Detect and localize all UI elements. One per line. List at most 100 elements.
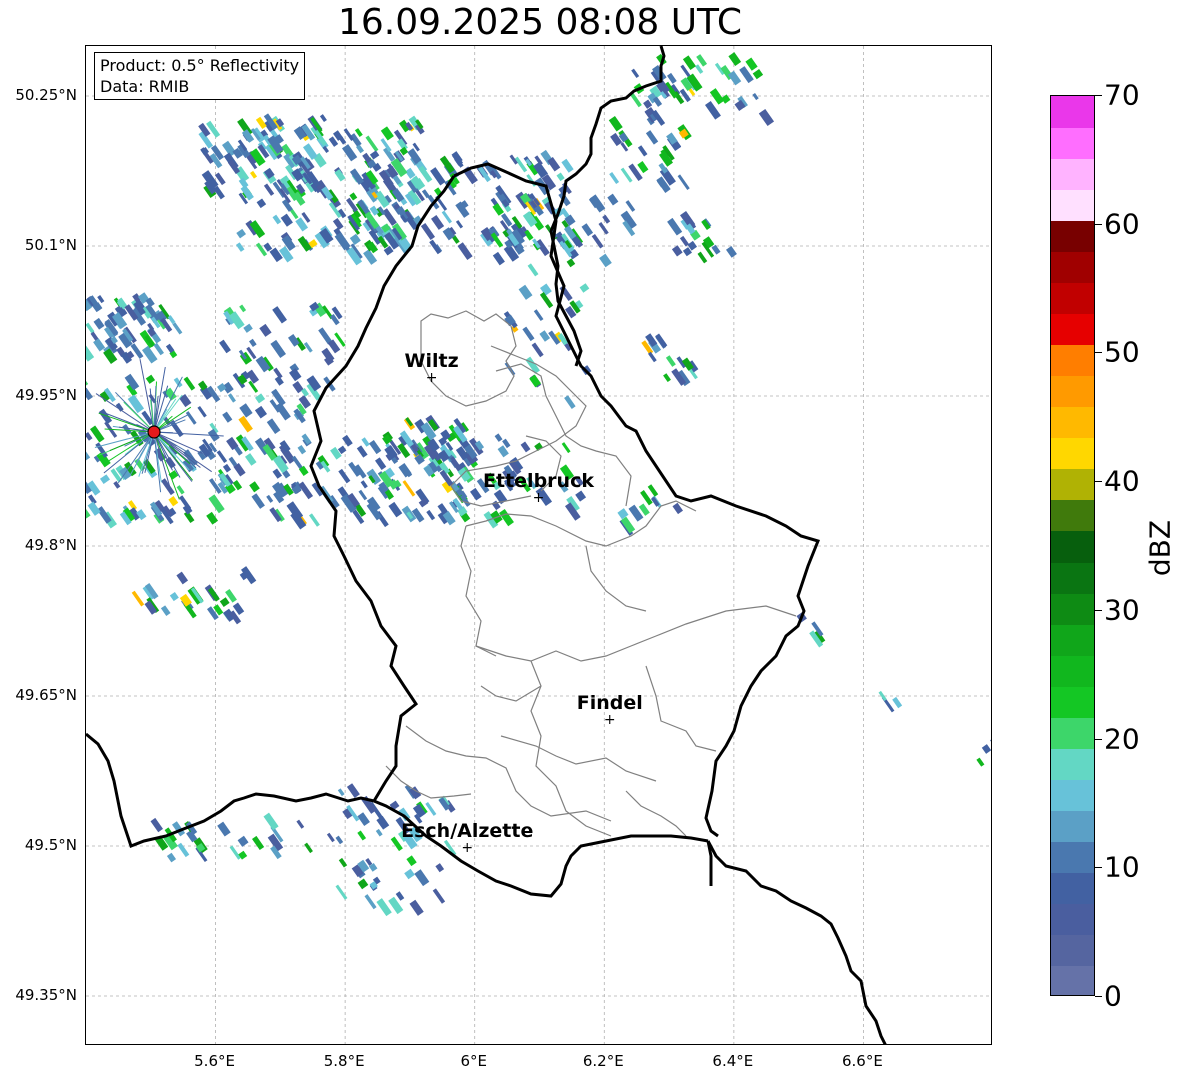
city-label: Findel bbox=[576, 692, 643, 714]
echo-pixel bbox=[531, 342, 544, 358]
echo-pixel bbox=[236, 242, 245, 252]
colorbar-segment bbox=[1051, 344, 1094, 377]
echo-pixel bbox=[90, 425, 105, 443]
colorbar-segment bbox=[1051, 96, 1094, 128]
echo-pixel bbox=[176, 571, 189, 585]
echo-pixel bbox=[93, 317, 105, 330]
echo-pixel bbox=[349, 168, 365, 185]
echo-pixel bbox=[86, 507, 91, 519]
echo-pixel bbox=[98, 408, 113, 425]
echo-pixel bbox=[575, 490, 587, 502]
echo-pixel bbox=[228, 393, 236, 403]
echo-pixel bbox=[160, 605, 171, 617]
colorbar-segment bbox=[1051, 562, 1094, 594]
echo-pixel bbox=[172, 322, 183, 335]
echo-pixel bbox=[166, 852, 177, 863]
longitude-tick-label: 6.6°E bbox=[842, 1052, 883, 1070]
echo-pixel bbox=[364, 894, 377, 910]
echo-pixel bbox=[405, 167, 416, 179]
colorbar-segment bbox=[1051, 934, 1094, 967]
city-label: Ettelbruck bbox=[483, 470, 594, 492]
echo-pixel bbox=[346, 783, 360, 798]
echo-pixel bbox=[625, 200, 636, 212]
echo-pixel bbox=[414, 869, 430, 887]
colorbar-tick bbox=[1095, 352, 1102, 354]
echo-pixel bbox=[222, 411, 233, 423]
echo-pixel bbox=[598, 222, 609, 235]
echo-pixel bbox=[342, 144, 358, 162]
colorbar-tick-label: 10 bbox=[1104, 850, 1140, 884]
echo-pixel bbox=[272, 214, 282, 225]
echo-pixel bbox=[251, 493, 265, 509]
echo-pixel bbox=[222, 463, 232, 473]
colorbar-segment bbox=[1051, 655, 1094, 687]
city-marker-icon[interactable]: + bbox=[604, 713, 616, 727]
echo-pixel bbox=[581, 223, 594, 237]
radar-map[interactable] bbox=[85, 45, 992, 1045]
echo-pixel bbox=[607, 193, 619, 206]
echo-pixel bbox=[219, 597, 230, 607]
echo-pixel bbox=[169, 591, 179, 602]
echo-pixel bbox=[263, 183, 275, 196]
echo-pixel bbox=[266, 494, 274, 503]
longitude-tick-label: 5.8°E bbox=[323, 1052, 365, 1070]
echo-pixel bbox=[564, 395, 576, 409]
radar-site-marker[interactable] bbox=[147, 425, 161, 439]
echo-pixel bbox=[697, 251, 708, 264]
echo-pixel bbox=[667, 217, 683, 236]
echo-pixel bbox=[376, 815, 390, 830]
latitude-tick-label: 50.25°N bbox=[15, 86, 77, 104]
echo-pixel bbox=[251, 835, 265, 851]
echo-pixel bbox=[297, 444, 307, 455]
echo-pixel bbox=[338, 468, 351, 484]
echo-pixel bbox=[561, 442, 571, 454]
echo-pixel bbox=[208, 494, 225, 514]
echo-pixel bbox=[168, 495, 179, 507]
echo-pixel bbox=[369, 150, 380, 160]
echo-pixel bbox=[522, 326, 535, 342]
echo-pixel bbox=[216, 450, 228, 464]
echo-pixel bbox=[86, 447, 91, 461]
echo-pixel bbox=[637, 161, 649, 174]
echo-pixel bbox=[406, 855, 417, 867]
colorbar-segment bbox=[1051, 810, 1094, 843]
echo-pixel bbox=[369, 440, 382, 455]
colorbar-segment bbox=[1051, 158, 1094, 190]
product-label: Product: 0.5° Reflectivity bbox=[100, 56, 300, 75]
echo-pixel bbox=[183, 376, 196, 391]
echo-pixel bbox=[249, 170, 258, 179]
echo-pixel bbox=[358, 489, 368, 501]
echo-pixel bbox=[602, 214, 611, 224]
echo-pixel bbox=[429, 239, 442, 255]
colorbar-segment bbox=[1051, 841, 1094, 874]
colorbar-tick bbox=[1095, 996, 1102, 997]
echo-pixel bbox=[304, 842, 313, 854]
city-marker-icon[interactable]: + bbox=[461, 841, 473, 855]
echo-pixel bbox=[455, 220, 464, 229]
echo-pixel bbox=[197, 405, 207, 418]
colorbar-segment bbox=[1051, 593, 1094, 625]
echo-pixel bbox=[365, 135, 379, 152]
city-label: Wiltz bbox=[404, 350, 459, 372]
echo-pixel bbox=[243, 323, 253, 333]
echo-pixel bbox=[360, 480, 368, 489]
echo-pixel bbox=[237, 835, 249, 847]
echo-pixel bbox=[375, 828, 383, 837]
echo-pixel bbox=[556, 172, 565, 182]
colorbar-tick bbox=[1095, 223, 1102, 225]
colorbar-tick-label: 60 bbox=[1104, 207, 1140, 241]
latitude-tick-label: 50.1°N bbox=[24, 236, 77, 254]
echo-pixel bbox=[356, 445, 368, 458]
latitude-tick-label: 49.35°N bbox=[15, 986, 77, 1004]
city-marker-icon[interactable]: + bbox=[533, 491, 545, 505]
echo-pixel bbox=[430, 167, 446, 186]
echo-pixel bbox=[263, 242, 273, 252]
colorbar-label: dBZ bbox=[1143, 519, 1177, 577]
echo-pixel bbox=[335, 835, 344, 845]
echo-pixel bbox=[520, 441, 531, 453]
echo-pixel bbox=[981, 744, 991, 754]
echo-pixel bbox=[296, 819, 305, 829]
city-marker-icon[interactable]: + bbox=[426, 371, 438, 385]
echo-pixel bbox=[354, 128, 363, 138]
echo-pixel bbox=[206, 511, 219, 525]
